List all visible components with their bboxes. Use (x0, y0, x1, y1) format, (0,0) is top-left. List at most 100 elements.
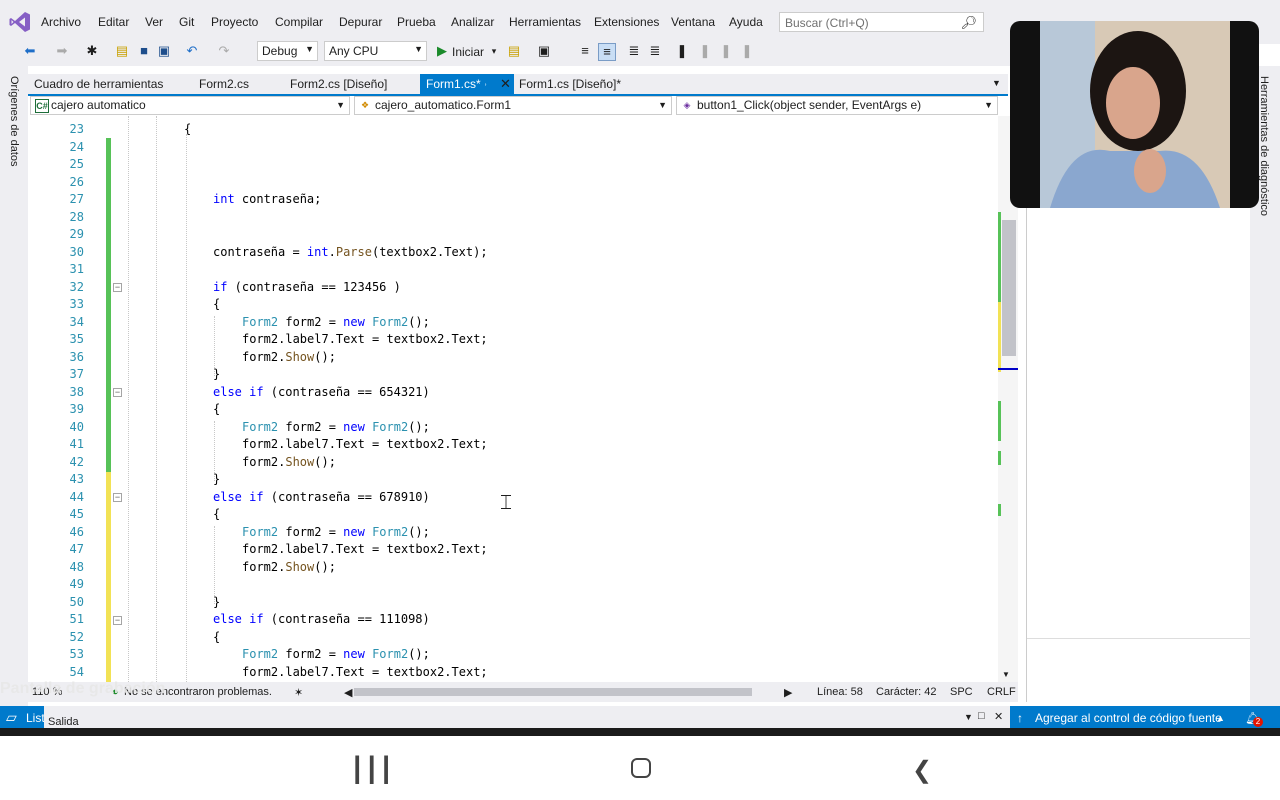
platform-dropdown[interactable]: Any CPU ▼ (324, 41, 427, 61)
code-line: Form2 form2 = new Form2(); (242, 525, 430, 539)
redo-icon[interactable]: ↷ (216, 43, 232, 59)
code-line: } (213, 595, 221, 609)
menu-ayuda[interactable]: Ayuda (729, 15, 763, 29)
tab-form2-cs[interactable]: Form2.cs (193, 74, 255, 94)
bookmark-icon[interactable]: ❚ (674, 43, 690, 59)
menu-herramientas[interactable]: Herramientas (509, 15, 581, 29)
close-icon[interactable]: ✕ (500, 76, 511, 92)
menu-ventana[interactable]: Ventana (671, 15, 715, 29)
undo-icon[interactable]: ↶ (184, 43, 200, 59)
browse-icon[interactable]: ▤ (506, 43, 522, 59)
comment-icon[interactable]: ≣ (626, 43, 642, 59)
tab-cuadro-herramientas[interactable]: Cuadro de herramientas (28, 74, 169, 94)
document-tabs: Cuadro de herramientas Form2.cs Form2.cs… (28, 74, 1008, 94)
diagnostic-tools-tab[interactable]: Herramientas de diagnóstico (1258, 76, 1270, 216)
code-line: { (184, 122, 192, 136)
cleanup-icon[interactable]: ✶ (294, 686, 303, 699)
code-line: { (213, 507, 221, 521)
fold-toggle[interactable]: − (113, 283, 122, 292)
member-name: button1_Click(object sender, EventArgs e… (697, 98, 922, 112)
line-number: 45 (69, 507, 84, 521)
forward-icon[interactable]: ➡ (54, 43, 70, 59)
chevron-down-icon[interactable]: ▾ (486, 43, 502, 59)
menu-archivo[interactable]: Archivo (41, 15, 81, 29)
line-number: 34 (69, 315, 84, 329)
tab-form2-diseno[interactable]: Form2.cs [Diseño] (284, 74, 393, 94)
code-line: Form2 form2 = new Form2(); (242, 315, 430, 329)
menu-ver[interactable]: Ver (145, 15, 163, 29)
menu-extensiones[interactable]: Extensiones (594, 15, 659, 29)
cursor-char[interactable]: Carácter: 42 (876, 686, 937, 698)
scroll-thumb[interactable] (1002, 220, 1016, 356)
recent-apps-icon[interactable]: ┃┃┃ (350, 756, 393, 785)
code-line: if (contraseña == 123456 ) (213, 280, 401, 294)
screenshot-icon[interactable]: ▣ (536, 43, 552, 59)
visual-studio-logo-icon[interactable] (8, 10, 32, 34)
scroll-right-icon[interactable]: ▶ (784, 686, 792, 699)
member-dropdown[interactable]: ◈ button1_Click(object sender, EventArgs… (676, 96, 998, 115)
cursor-line[interactable]: Línea: 58 (817, 686, 863, 698)
search-box[interactable]: Buscar (Ctrl+Q) 🔎︎ (779, 12, 984, 32)
scroll-caret-marker (998, 368, 1018, 370)
output-panel-header (44, 706, 1010, 728)
scroll-left-icon[interactable]: ◀ (344, 686, 352, 699)
indent-icon[interactable]: ≡ (577, 43, 593, 59)
scroll-change-marker (998, 302, 1001, 372)
method-icon: ◈ (683, 100, 691, 110)
status-left-text[interactable]: List (26, 711, 45, 725)
new-project-icon[interactable]: ✱ (84, 43, 100, 59)
start-button[interactable]: Iniciar (452, 45, 484, 59)
keyword: new (343, 525, 365, 539)
menu-proyecto[interactable]: Proyecto (211, 15, 258, 29)
pin-icon[interactable]: ˒ (484, 74, 487, 94)
maximize-icon[interactable]: □ (978, 710, 985, 722)
config-dropdown[interactable]: Debug ▼ (257, 41, 318, 61)
code-line: form2.label7.Text = textbox2.Text; (242, 542, 488, 556)
horizontal-scroll-thumb[interactable] (354, 688, 752, 696)
output-panel-title[interactable]: Salida (48, 716, 79, 728)
open-folder-icon[interactable]: ▤ (114, 43, 130, 59)
prev-bookmark-icon[interactable]: ❚ (697, 43, 713, 59)
menu-analizar[interactable]: Analizar (451, 15, 494, 29)
back-icon[interactable]: ⬅ (22, 43, 38, 59)
uncomment-icon[interactable]: ≣ (647, 43, 663, 59)
code-editor[interactable]: 23 24 25 26 27 28 29 30 31 32 33 34 35 3… (28, 116, 998, 682)
home-icon[interactable] (631, 758, 651, 778)
close-icon[interactable]: ✕ (994, 710, 1003, 723)
keyword: else if (213, 490, 264, 504)
editor-status-bar: 110 % ● No se encontraron problemas. ✶ ◀… (28, 682, 1018, 702)
line-ending[interactable]: CRLF (987, 686, 1016, 698)
line-number: 50 (69, 595, 84, 609)
type: Form2 (242, 525, 279, 539)
back-nav-icon[interactable]: ❮ (912, 756, 932, 785)
code-line: form2.Show(); (242, 455, 336, 469)
play-icon[interactable]: ▶ (434, 43, 450, 59)
menu-git[interactable]: Git (179, 15, 194, 29)
tab-overflow-icon[interactable]: ▼ (992, 78, 1001, 88)
scroll-down-icon[interactable]: ▼ (1002, 670, 1010, 679)
chevron-up-icon[interactable]: ▲ (1216, 713, 1225, 723)
fold-toggle[interactable]: − (113, 616, 122, 625)
line-number: 43 (69, 472, 84, 486)
whitespace-mode[interactable]: SPC (950, 686, 973, 698)
menu-depurar[interactable]: Depurar (339, 15, 382, 29)
save-all-icon[interactable]: ▣ (156, 43, 172, 59)
line-number: 46 (69, 525, 84, 539)
clear-bookmarks-icon[interactable]: ❚ (739, 43, 755, 59)
outdent-icon[interactable]: ≡ (598, 43, 616, 61)
next-bookmark-icon[interactable]: ❚ (718, 43, 734, 59)
chevron-down-icon[interactable]: ▼ (964, 712, 973, 722)
line-number: 25 (69, 157, 84, 171)
menu-prueba[interactable]: Prueba (397, 15, 436, 29)
tab-form1-diseno[interactable]: Form1.cs [Diseño]* (513, 74, 627, 94)
project-dropdown[interactable]: C# cajero automatico ▼ (30, 96, 350, 115)
menu-editar[interactable]: Editar (98, 15, 129, 29)
navigation-bar: C# cajero automatico ▼ ❖ cajero_automati… (28, 96, 1008, 116)
class-dropdown[interactable]: ❖ cajero_automatico.Form1 ▼ (354, 96, 672, 115)
data-sources-tab[interactable]: Orígenes de datos (8, 76, 20, 167)
source-control-button[interactable]: Agregar al control de código fuente (1035, 711, 1222, 725)
save-icon[interactable]: ■ (136, 43, 152, 59)
fold-toggle[interactable]: − (113, 493, 122, 502)
fold-toggle[interactable]: − (113, 388, 122, 397)
menu-compilar[interactable]: Compilar (275, 15, 323, 29)
